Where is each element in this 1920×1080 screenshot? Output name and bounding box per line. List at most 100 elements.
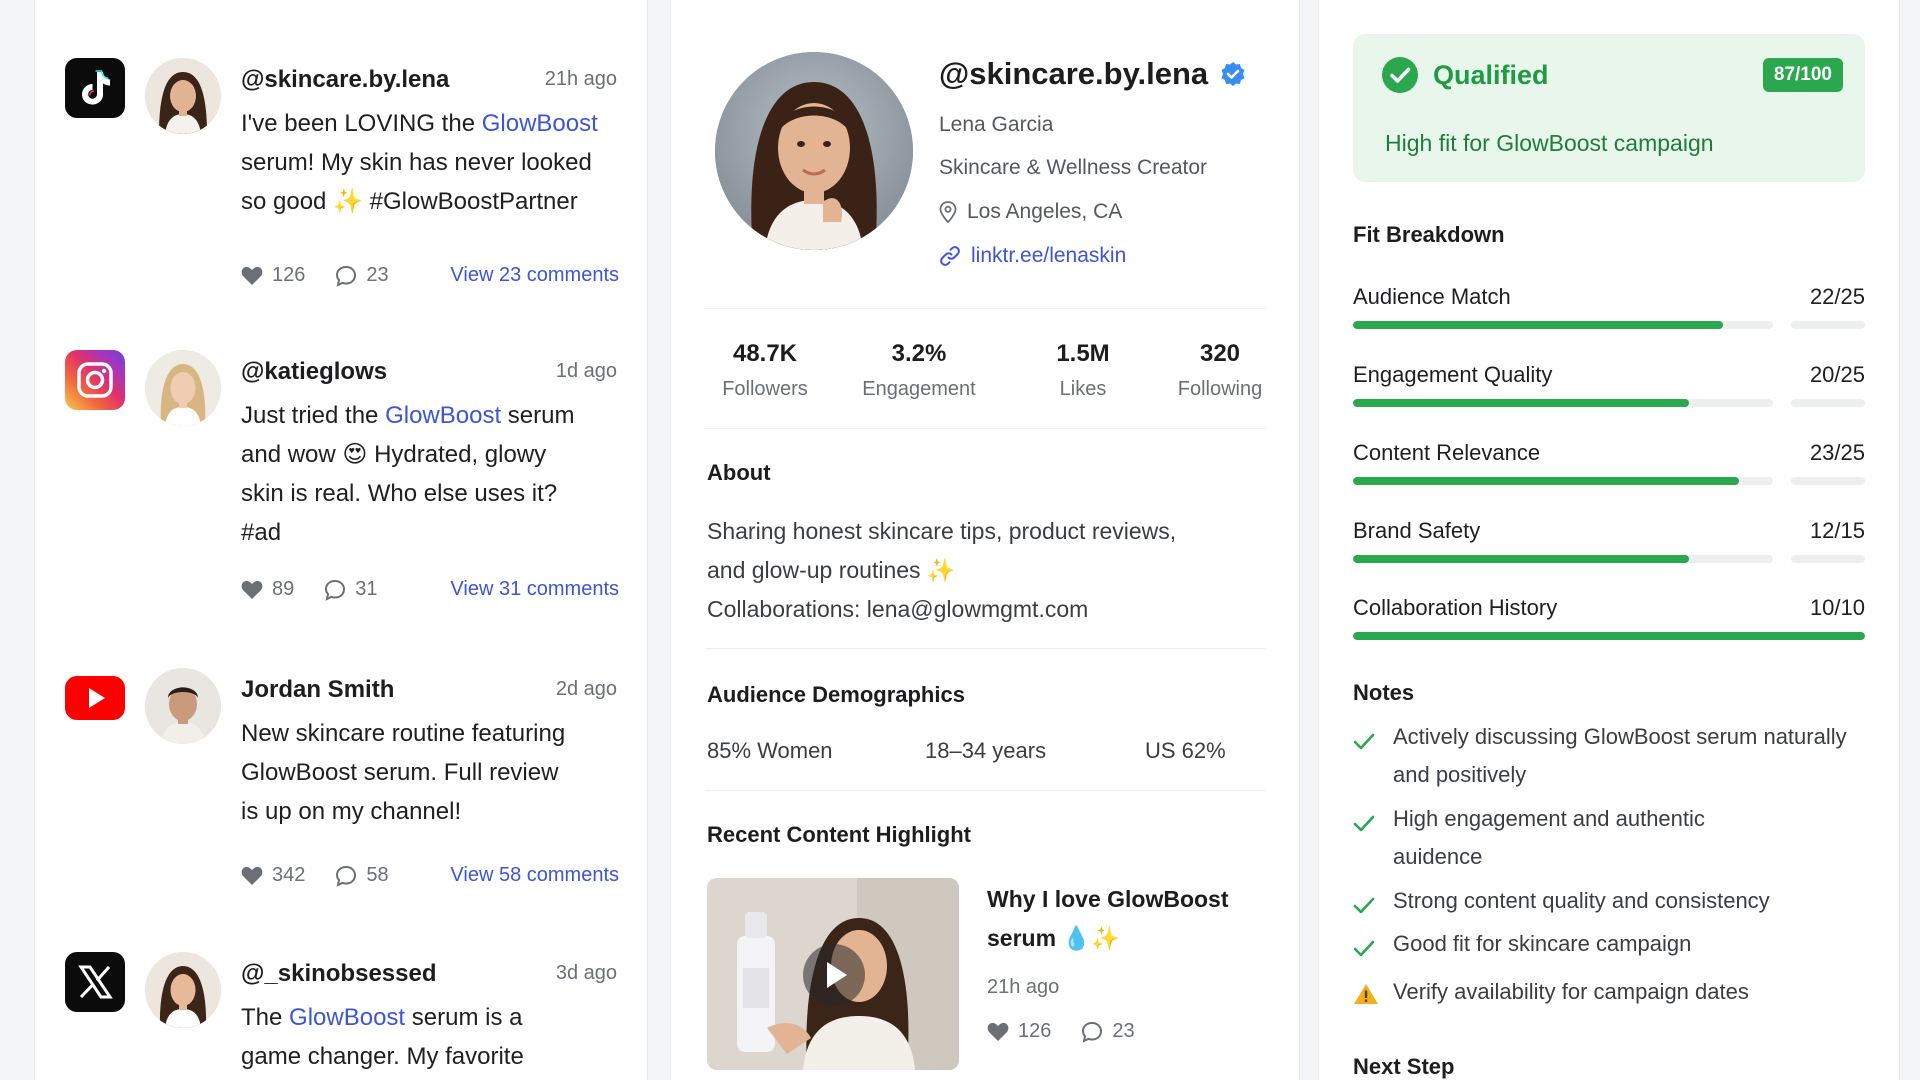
highlight-timestamp: 21h ago (987, 976, 1060, 998)
location-text: Los Angeles, CA (967, 200, 1123, 223)
post-text-part: Just tried the (241, 402, 386, 429)
stat-value: 48.7K (732, 340, 798, 367)
profile-handle-text: @skincare.by.lena (939, 56, 1209, 91)
note-text: Actively discussing GlowBoost serum natu… (1393, 724, 1847, 787)
profile-location: Los Angeles, CA (939, 200, 1122, 224)
fit-progress-fill (1353, 477, 1740, 485)
check-icon (1353, 940, 1375, 957)
about-line: and glow-up routines ✨ (707, 557, 956, 583)
heart-icon (241, 266, 263, 285)
fit-progress-fill (1353, 555, 1689, 563)
heart-icon (241, 580, 263, 599)
highlight-title: Recent Content Highlight (707, 822, 971, 847)
post-text-part: New skincare routine featuring GlowBoost… (241, 720, 566, 825)
likes-stat[interactable]: 126 (987, 1020, 1051, 1043)
about-title: About (707, 460, 771, 485)
fit-breakdown-title: Fit Breakdown (1353, 222, 1505, 247)
demographic-location: US 62% (1145, 738, 1226, 763)
stat-label: Following (1177, 378, 1263, 400)
x-icon (65, 952, 125, 1012)
post-text: New skincare routine featuring GlowBoost… (241, 714, 581, 831)
stat-label: Followers (722, 378, 808, 400)
likes-count: 126 (1018, 1020, 1052, 1042)
note-item: High engagement and authentic auidence (1353, 800, 1853, 876)
post-username[interactable]: @katieglows (241, 358, 387, 386)
fit-progress-track (1353, 555, 1773, 563)
comments-stat[interactable]: 23 (1081, 1020, 1135, 1043)
brand-mention-link[interactable]: GlowBoost (385, 402, 501, 429)
demographics-title: Audience Demographics (707, 682, 965, 707)
post-timestamp: 1d ago (555, 360, 617, 382)
post-timestamp: 2d ago (555, 678, 617, 700)
brand-mention-link[interactable]: GlowBoost (289, 1004, 405, 1031)
play-icon[interactable] (803, 944, 865, 1006)
avatar[interactable] (145, 668, 221, 744)
warning-icon (1354, 984, 1378, 1004)
stat-likes: 1.5M Likes (1033, 340, 1133, 401)
comments-stat[interactable]: 31 (324, 578, 378, 601)
fit-progress-track-end (1791, 399, 1865, 407)
comment-icon (336, 265, 357, 287)
fit-label: Engagement Quality (1353, 362, 1553, 387)
post-text-part: serum! My skin has never looked so good … (241, 149, 592, 215)
notes-title: Notes (1353, 680, 1415, 705)
link-icon (940, 246, 960, 266)
comment-icon (336, 865, 357, 887)
fit-value: 22/25 (1809, 284, 1865, 309)
comments-count: 58 (366, 864, 389, 886)
likes-stat[interactable]: 89 (241, 578, 294, 601)
fit-progress-track-end (1791, 477, 1865, 485)
post-username[interactable]: @_skinobsessed (241, 960, 437, 988)
demographic-gender: 85% Women (707, 738, 833, 763)
likes-stat[interactable]: 126 (241, 264, 305, 287)
heart-icon (987, 1022, 1009, 1041)
note-item: Verify availability for campaign dates (1353, 973, 1853, 1018)
check-icon (1353, 815, 1375, 832)
likes-count: 342 (272, 864, 306, 886)
stat-engagement: 3.2% Engagement (849, 340, 989, 401)
note-item: Actively discussing GlowBoost serum natu… (1353, 718, 1853, 794)
post-stats: 89 31 View 31 comments (241, 578, 619, 601)
fit-progress-track-end (1791, 555, 1865, 563)
video-thumbnail[interactable] (707, 878, 959, 1070)
youtube-icon (65, 668, 125, 728)
fit-label: Content Relevance (1353, 440, 1541, 465)
fit-progress-track (1353, 321, 1773, 329)
stat-value: 1.5M (1056, 340, 1110, 367)
post-stats: 126 23 View 23 comments (241, 264, 619, 287)
fit-progress-track (1353, 399, 1773, 407)
qualification-card: Qualified 87/100 High fit for GlowBoost … (1353, 34, 1865, 182)
view-comments-link[interactable]: View 23 comments (450, 264, 619, 287)
check-circle-icon (1382, 57, 1418, 93)
qualification-status: Qualified (1433, 59, 1549, 90)
post-text-part: The (241, 1004, 290, 1031)
profile-photo (715, 52, 913, 250)
brand-mention-link[interactable]: GlowBoost (482, 110, 598, 137)
fit-value: 10/10 (1809, 595, 1865, 620)
about-contact: Collaborations: lena@glowmgmt.com (707, 596, 1089, 622)
fit-progress-track (1353, 477, 1773, 485)
comments-stat[interactable]: 23 (335, 264, 389, 287)
highlight-video-title[interactable]: Why I love GlowBoost serum 💧✨ (987, 880, 1247, 958)
avatar[interactable] (145, 350, 221, 426)
stat-following: 320 Following (1165, 340, 1275, 401)
avatar[interactable] (145, 58, 221, 134)
comments-stat[interactable]: 58 (335, 864, 389, 887)
link-text[interactable]: linktr.ee/lenaskin (971, 244, 1126, 268)
campaign-fit-panel: Qualified 87/100 High fit for GlowBoost … (1318, 0, 1900, 1080)
post-stats: 342 58 View 58 comments (241, 864, 619, 887)
profile-name: Lena Garcia (939, 113, 1054, 136)
likes-stat[interactable]: 342 (241, 864, 305, 887)
next-step-title: Next Step (1353, 1054, 1455, 1079)
avatar[interactable] (145, 952, 221, 1028)
post-username[interactable]: @skincare.by.lena (241, 66, 449, 94)
about-line: Sharing honest skincare tips, product re… (707, 518, 1177, 544)
profile-link[interactable]: linktr.ee/lenaskin (939, 244, 1126, 268)
divider (705, 648, 1265, 649)
post-username[interactable]: Jordan Smith (241, 676, 394, 704)
comments-count: 23 (366, 264, 389, 286)
post-text: I've been LOVING the GlowBoost serum! My… (241, 104, 611, 221)
view-comments-link[interactable]: View 58 comments (450, 864, 619, 887)
view-comments-link[interactable]: View 31 comments (450, 578, 619, 601)
about-text: Sharing honest skincare tips, product re… (707, 512, 1247, 629)
